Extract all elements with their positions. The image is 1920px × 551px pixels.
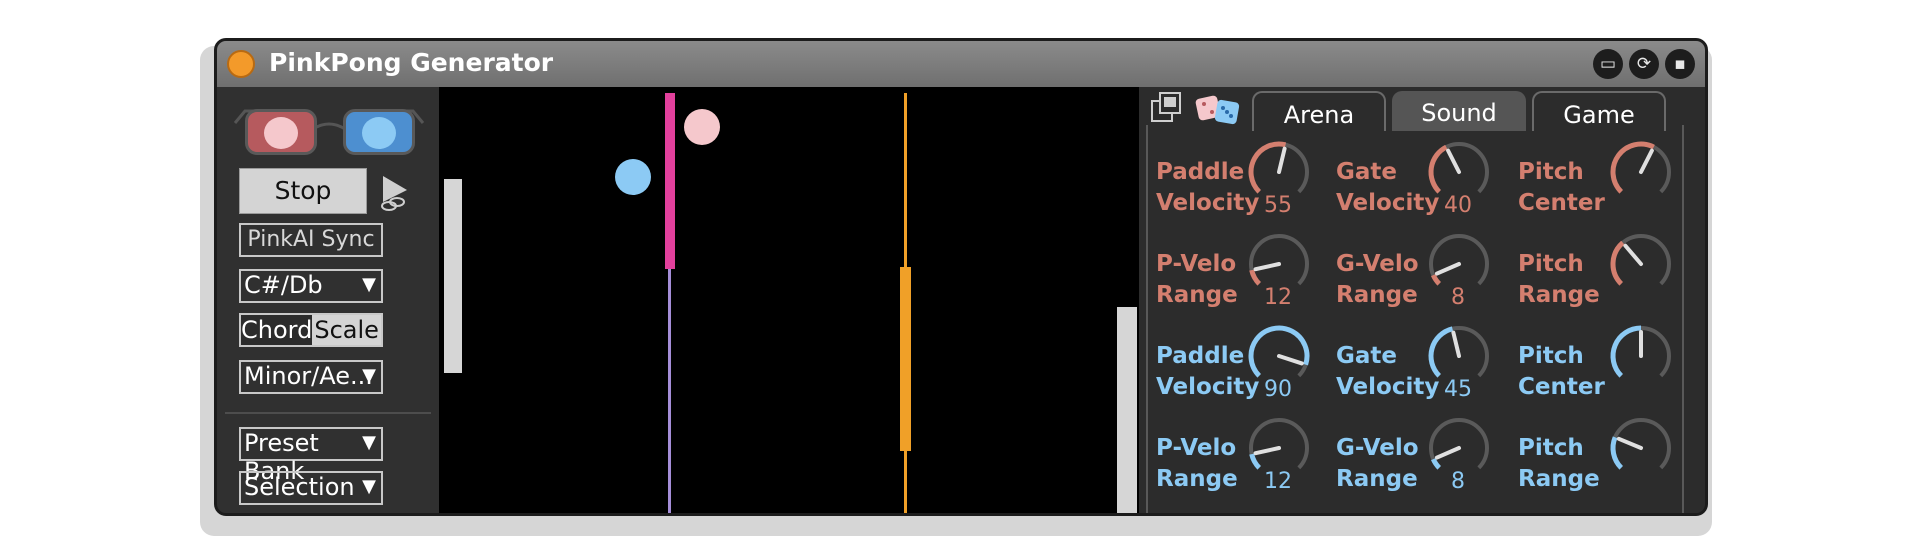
knob-label: G-Velo Range <box>1336 251 1419 308</box>
arena-knob-grid: Paddle Velocity 55 Gate Velocity 40 Pitch Ce… <box>1146 125 1684 513</box>
knob-value: 55 <box>1264 193 1292 218</box>
knob-value: 45 <box>1444 377 1472 402</box>
knob-label: P-Velo Range <box>1156 251 1238 308</box>
save-icon[interactable]: ▪ <box>1665 49 1695 79</box>
right-panel: Arena Sound Game Paddle Velocity 55 Gate V… <box>1142 87 1705 513</box>
device-activator-button[interactable] <box>227 50 255 78</box>
preset-bank-dropdown[interactable]: Preset Bank ▼ <box>239 427 383 485</box>
chevron-down-icon: ▼ <box>362 432 376 453</box>
knob-label: Gate Velocity <box>1336 159 1440 216</box>
pinkai-sync-button[interactable]: PinkAI Sync <box>239 223 383 257</box>
key-dropdown[interactable]: C#/Db ▼ <box>239 269 383 303</box>
knob-label: Pitch Range <box>1518 435 1600 492</box>
selection-dropdown[interactable]: Selection ▼ <box>239 471 383 505</box>
selection-value: Selection <box>244 473 355 501</box>
knob-value: 12 <box>1264 285 1292 310</box>
orange-gate <box>900 267 911 451</box>
chevron-down-icon: ▼ <box>362 365 376 386</box>
pin-icon[interactable]: ▭ <box>1593 49 1623 79</box>
blue-lens <box>343 109 415 155</box>
chord-scale-toggle[interactable]: Chord Scale <box>239 313 383 347</box>
knob-value: 90 <box>1264 377 1292 402</box>
knob-value: 8 <box>1451 285 1465 310</box>
stop-button[interactable]: Stop <box>239 168 367 214</box>
device-title: PinkPong Generator <box>269 48 554 77</box>
device-window: PinkPong Generator ▭ ⟳ ▪ Stop PinkAI Syn… <box>214 38 1708 516</box>
pink-gate <box>665 93 675 269</box>
chevron-down-icon: ▼ <box>362 476 376 497</box>
knob-label: Gate Velocity <box>1336 343 1440 400</box>
knob-label: G-Velo Range <box>1336 435 1419 492</box>
pink-gate-line <box>668 269 671 513</box>
follow-link-icon[interactable] <box>377 172 411 214</box>
left-control-panel: Stop PinkAI Sync C#/Db ▼ Chord Scale Min… <box>217 87 439 513</box>
knob-label: Pitch Center <box>1518 343 1605 400</box>
pong-arena[interactable] <box>439 87 1139 513</box>
left-paddle <box>444 179 462 373</box>
knob-label: Pitch Range <box>1518 251 1600 308</box>
chevron-down-icon: ▼ <box>362 274 376 295</box>
sync-icon[interactable]: ⟳ <box>1629 49 1659 79</box>
mode-dropdown[interactable]: Minor/Ae... ▼ <box>239 360 383 394</box>
knob-dial[interactable] <box>1608 415 1674 481</box>
knob-dial[interactable] <box>1608 139 1674 205</box>
blue-ball <box>615 159 651 195</box>
randomize-dice-icon[interactable] <box>1194 91 1244 127</box>
3d-glasses-icon[interactable] <box>231 103 427 161</box>
knob-value: 40 <box>1444 193 1472 218</box>
pink-lens <box>245 109 317 155</box>
knob-dial[interactable] <box>1608 231 1674 297</box>
view-window-icon[interactable] <box>1150 91 1184 125</box>
knob-label: P-Velo Range <box>1156 435 1238 492</box>
knob-value: 8 <box>1451 469 1465 494</box>
knob-value: 12 <box>1264 469 1292 494</box>
panel-divider <box>225 412 431 414</box>
knob-label: Paddle Velocity <box>1156 159 1260 216</box>
key-value: C#/Db <box>244 271 323 299</box>
title-bar: PinkPong Generator ▭ ⟳ ▪ <box>217 41 1705 87</box>
pink-ball <box>684 109 720 145</box>
knob-label: Pitch Center <box>1518 159 1605 216</box>
chord-option[interactable]: Chord <box>241 315 313 345</box>
knob-dial[interactable] <box>1608 323 1674 389</box>
knob-label: Paddle Velocity <box>1156 343 1260 400</box>
scale-option[interactable]: Scale <box>312 315 381 345</box>
mode-value: Minor/Ae... <box>244 362 373 390</box>
right-paddle <box>1117 307 1137 513</box>
